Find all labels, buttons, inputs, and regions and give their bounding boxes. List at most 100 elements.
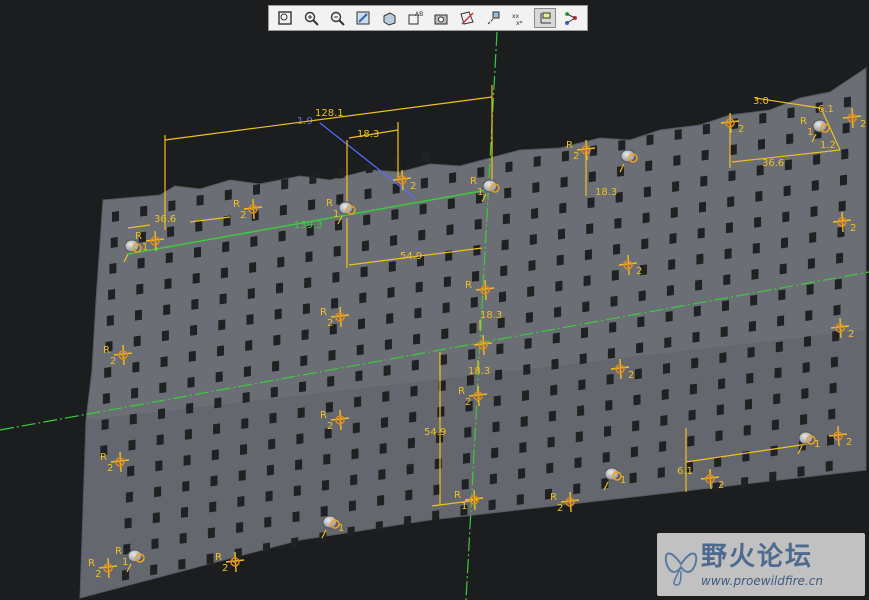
square-hole [302, 303, 310, 315]
square-hole [291, 537, 299, 549]
radius-label: R [115, 546, 122, 557]
dimension-36-6-left[interactable]: 36.6 [154, 214, 176, 225]
radius-value: 2 [628, 370, 634, 381]
model-viewport[interactable]: 139.3 1.9 128.1 18.3 36.6 54.9 18.3 18.3 [0, 0, 869, 600]
square-hole [581, 327, 588, 339]
square-hole [363, 214, 371, 226]
saved-views-button[interactable]: AB [404, 8, 426, 28]
square-hole [525, 312, 533, 323]
square-hole [388, 261, 396, 272]
square-hole [348, 500, 356, 512]
radius-label: R [458, 386, 465, 397]
dimension-36-6-right[interactable]: 36.6 [762, 158, 784, 169]
square-hole [646, 134, 654, 146]
square-hole [164, 278, 172, 290]
square-hole [522, 390, 529, 401]
repaint-button[interactable] [352, 8, 374, 28]
square-hole [360, 266, 368, 278]
square-hole [842, 122, 850, 134]
square-hole [390, 235, 398, 246]
square-hole [638, 290, 646, 302]
square-hole [236, 522, 244, 533]
dimension-6-1-bottom[interactable]: 6.1 [677, 466, 693, 477]
square-hole [828, 408, 836, 420]
square-hole [559, 202, 567, 214]
dimension-54-9-lower[interactable]: 54.9 [424, 427, 446, 438]
square-hole [801, 388, 809, 399]
dimension-139-3[interactable]: 139.3 [294, 220, 323, 231]
square-hole [722, 300, 729, 312]
dimension-3-0[interactable]: 3.0 [753, 96, 769, 107]
square-hole [547, 436, 555, 448]
square-hole [409, 411, 417, 423]
point-display-button[interactable]: xx x* [508, 8, 530, 28]
coordinate-system-button[interactable] [534, 8, 556, 28]
square-hole [573, 483, 581, 495]
dimension-6-1-top[interactable]: 6.1 [818, 104, 834, 115]
dimension-54-9-upper[interactable]: 54.9 [400, 251, 422, 262]
square-hole [574, 457, 582, 469]
square-hole [505, 161, 513, 173]
square-hole [411, 359, 419, 371]
dimension-18-3-right[interactable]: 18.3 [595, 187, 617, 198]
square-hole [106, 315, 114, 326]
square-hole [327, 375, 335, 387]
square-hole [270, 386, 278, 398]
square-hole [632, 420, 640, 432]
square-hole [181, 506, 188, 518]
square-hole [610, 295, 618, 307]
camera-button[interactable] [430, 8, 452, 28]
display-style-button[interactable] [378, 8, 400, 28]
square-hole [276, 282, 283, 294]
square-hole [750, 294, 758, 306]
dimension-18-3-top[interactable]: 18.3 [357, 129, 379, 140]
annotation-display-button[interactable] [560, 8, 582, 28]
square-hole [308, 199, 316, 211]
square-hole [210, 475, 218, 487]
dimension-1-2[interactable]: 1.2 [820, 140, 836, 151]
square-hole [724, 248, 732, 260]
zoom-in-button[interactable] [300, 8, 322, 28]
square-hole [554, 306, 562, 318]
dimension-18-3-mid-b[interactable]: 18.3 [468, 366, 490, 377]
radius-value: 1 [461, 501, 467, 512]
radius-value: 2 [327, 421, 333, 432]
square-hole [418, 229, 426, 241]
square-hole [207, 527, 215, 539]
square-hole [196, 194, 204, 206]
square-hole [747, 346, 755, 358]
zoom-out-button[interactable] [326, 8, 348, 28]
square-hole [184, 428, 192, 440]
square-hole [206, 553, 214, 565]
datum-planes-button[interactable] [456, 8, 478, 28]
square-hole [492, 421, 500, 433]
square-hole [552, 332, 560, 344]
square-hole [350, 474, 358, 486]
square-hole [771, 419, 779, 431]
square-hole [751, 268, 759, 280]
dimension-128-1[interactable]: 128.1 [315, 108, 344, 119]
radius-label: R [88, 558, 95, 569]
square-hole [406, 463, 414, 475]
radius-value: 2 [557, 503, 563, 514]
datum-axes-button[interactable] [482, 8, 504, 28]
square-hole [754, 216, 762, 228]
radius-label: R [465, 280, 472, 291]
square-hole [665, 311, 673, 322]
square-hole [806, 284, 814, 295]
square-hole [299, 381, 306, 393]
zoom-fit-button[interactable] [274, 8, 296, 28]
square-hole [297, 407, 305, 419]
square-hole [135, 309, 142, 321]
square-hole [295, 459, 303, 471]
square-hole [375, 521, 383, 532]
square-hole [209, 501, 217, 513]
square-hole [352, 422, 360, 434]
square-hole [335, 219, 342, 231]
square-hole [415, 281, 423, 293]
radius-label: R [103, 345, 110, 356]
square-hole [783, 185, 791, 197]
dimension-18-3-mid-a[interactable]: 18.3 [480, 310, 502, 321]
square-hole [637, 316, 645, 328]
square-hole [781, 237, 788, 249]
